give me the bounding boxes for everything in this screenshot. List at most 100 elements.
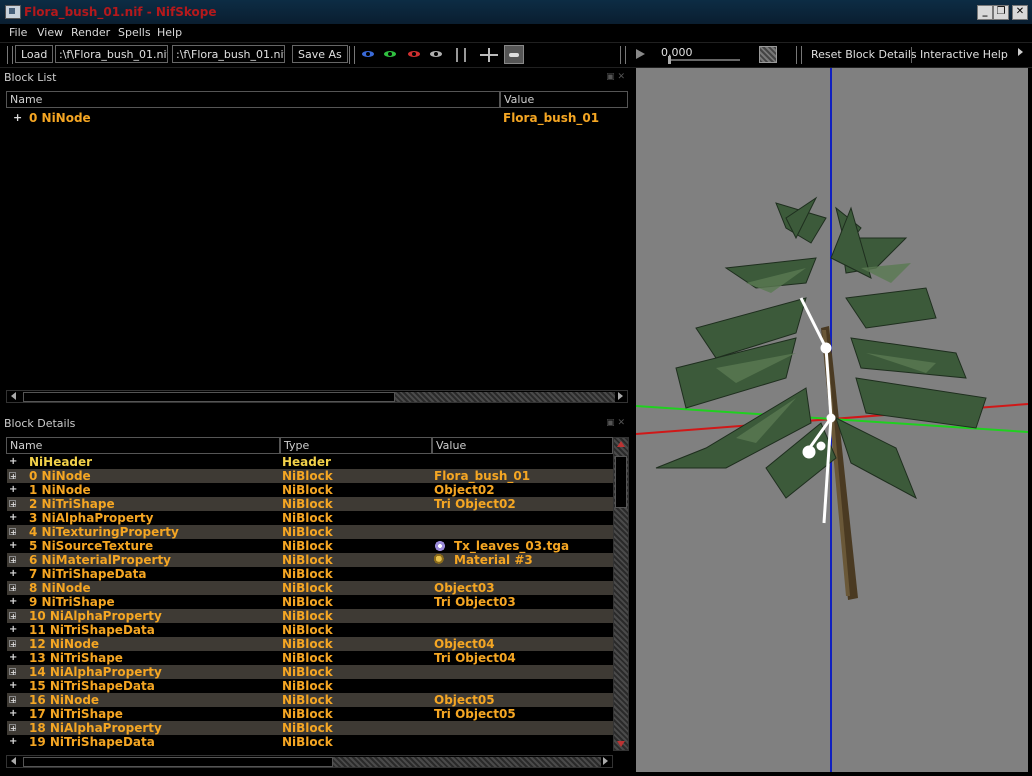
table-row[interactable]: +0 NiNode NiBlock Flora_bush_01: [7, 469, 613, 483]
scroll-track[interactable]: [333, 757, 601, 767]
scroll-right-icon[interactable]: [603, 757, 608, 765]
table-row[interactable]: +17 NiTriShape NiBlock Tri Object05: [7, 707, 613, 721]
block-value: Tri Object02: [434, 497, 516, 511]
menu-help[interactable]: Help: [157, 26, 182, 39]
panel-float-icon[interactable]: ▣ ✕: [606, 69, 625, 86]
column-header-name[interactable]: Name: [6, 91, 500, 108]
expand-icon[interactable]: +: [9, 696, 17, 705]
block-type: NiBlock: [282, 609, 333, 623]
load-path-field[interactable]: :\f\Flora_bush_01.nif: [55, 45, 168, 63]
menu-view[interactable]: View: [37, 26, 63, 39]
expand-icon[interactable]: +: [9, 569, 17, 579]
scroll-thumb[interactable]: [615, 456, 627, 508]
reset-block-details-button[interactable]: Reset Block Details: [811, 48, 917, 61]
table-row[interactable]: +5 NiSourceTexture NiBlock Tx_leaves_03.tg…: [7, 539, 613, 553]
expand-icon[interactable]: +: [9, 457, 17, 467]
scroll-thumb[interactable]: [23, 392, 395, 402]
scene-canvas[interactable]: [636, 68, 1028, 772]
table-row[interactable]: +6 NiMaterialProperty NiBlock Material #3: [7, 553, 613, 567]
scroll-left-icon[interactable]: [11, 392, 16, 400]
table-row[interactable]: +8 NiNode NiBlock Object03: [7, 581, 613, 595]
minimize-button[interactable]: _: [977, 5, 993, 20]
save-as-button[interactable]: Save As: [292, 45, 348, 63]
column-header-type[interactable]: Type: [280, 437, 432, 454]
toolbar-grip[interactable]: [349, 46, 355, 64]
expand-icon[interactable]: +: [9, 597, 17, 607]
restore-button[interactable]: ❐: [993, 5, 1009, 20]
scroll-down-icon[interactable]: [617, 741, 625, 747]
close-button[interactable]: ✕: [1012, 5, 1028, 20]
table-row[interactable]: +1 NiNode NiBlock Object02: [7, 483, 613, 497]
table-row[interactable]: +12 NiNode NiBlock Object04: [7, 637, 613, 651]
expand-icon[interactable]: +: [9, 653, 17, 663]
perspective-toggle-icon[interactable]: [504, 45, 524, 64]
expand-icon[interactable]: +: [9, 709, 17, 719]
save-path-field[interactable]: :\f\Flora_bush_01.nif: [172, 45, 285, 63]
animation-select-icon[interactable]: [759, 46, 777, 63]
scroll-up-icon[interactable]: [617, 441, 625, 447]
scroll-right-icon[interactable]: [618, 392, 623, 400]
view-front-icon[interactable]: [384, 51, 396, 57]
render-viewport[interactable]: [636, 68, 1028, 772]
table-row[interactable]: +19 NiTriShapeData NiBlock: [7, 735, 613, 749]
block-type: NiBlock: [282, 693, 333, 707]
table-row[interactable]: +9 NiTriShape NiBlock Tri Object03: [7, 595, 613, 609]
expand-icon[interactable]: +: [9, 472, 17, 481]
toolbar-grip[interactable]: [620, 46, 626, 64]
expand-icon[interactable]: +: [9, 556, 17, 565]
interactive-help-button[interactable]: Interactive Help: [920, 48, 1008, 61]
table-row[interactable]: +3 NiAlphaProperty NiBlock: [7, 511, 613, 525]
table-row[interactable]: +13 NiTriShape NiBlock Tri Object04: [7, 651, 613, 665]
expand-icon[interactable]: +: [9, 737, 17, 747]
expand-icon[interactable]: +: [9, 724, 17, 733]
view-side-icon[interactable]: [408, 51, 420, 57]
table-row[interactable]: + NiHeader Header: [7, 455, 613, 469]
table-row[interactable]: +2 NiTriShape NiBlock Tri Object02: [7, 497, 613, 511]
expand-icon[interactable]: +: [9, 513, 17, 523]
expand-icon[interactable]: +: [9, 640, 17, 649]
play-icon[interactable]: [636, 49, 645, 59]
time-slider[interactable]: [668, 56, 740, 64]
expand-icon[interactable]: +: [9, 528, 17, 537]
toolbar-grip[interactable]: [796, 46, 802, 64]
table-row[interactable]: +10 NiAlphaProperty NiBlock: [7, 609, 613, 623]
table-row[interactable]: +7 NiTriShapeData NiBlock: [7, 567, 613, 581]
table-row[interactable]: +14 NiAlphaProperty NiBlock: [7, 665, 613, 679]
block-details-vscrollbar[interactable]: [613, 437, 629, 751]
list-item[interactable]: + 0 NiNode Flora_bush_01: [0, 111, 625, 125]
flip-view-icon[interactable]: [480, 48, 498, 62]
expand-icon[interactable]: +: [13, 111, 22, 124]
block-details-hscrollbar[interactable]: [6, 755, 613, 768]
expand-icon[interactable]: +: [9, 625, 17, 635]
scroll-thumb[interactable]: [23, 757, 333, 767]
scroll-left-icon[interactable]: [11, 757, 16, 765]
panel-float-icon[interactable]: ▣ ✕: [606, 415, 625, 432]
toolbar-grip[interactable]: [7, 46, 13, 64]
expand-icon[interactable]: +: [9, 500, 17, 509]
walk-mode-icon[interactable]: [456, 48, 466, 62]
column-header-value[interactable]: Value: [432, 437, 613, 454]
table-row[interactable]: +11 NiTriShapeData NiBlock: [7, 623, 613, 637]
expand-icon[interactable]: +: [9, 541, 17, 551]
toolbar-extension-icon[interactable]: [1018, 48, 1023, 56]
menu-file[interactable]: File: [9, 26, 27, 39]
expand-icon[interactable]: +: [9, 584, 17, 593]
block-list-hscrollbar[interactable]: [6, 390, 628, 403]
expand-icon[interactable]: +: [9, 612, 17, 621]
menu-render[interactable]: Render: [71, 26, 110, 39]
table-row[interactable]: +4 NiTexturingProperty NiBlock: [7, 525, 613, 539]
column-header-name[interactable]: Name: [6, 437, 280, 454]
table-row[interactable]: +15 NiTriShapeData NiBlock: [7, 679, 613, 693]
pane-splitter[interactable]: [629, 68, 636, 776]
expand-icon[interactable]: +: [9, 681, 17, 691]
view-top-icon[interactable]: [362, 51, 374, 57]
expand-icon[interactable]: +: [9, 668, 17, 677]
load-button[interactable]: Load: [15, 45, 54, 63]
table-row[interactable]: +18 NiAlphaProperty NiBlock: [7, 721, 613, 735]
view-user-icon[interactable]: [430, 51, 442, 57]
column-header-value[interactable]: Value: [500, 91, 628, 108]
table-row[interactable]: +16 NiNode NiBlock Object05: [7, 693, 613, 707]
scroll-track[interactable]: [395, 392, 615, 402]
menu-spells[interactable]: Spells: [118, 26, 151, 39]
expand-icon[interactable]: +: [9, 485, 17, 495]
